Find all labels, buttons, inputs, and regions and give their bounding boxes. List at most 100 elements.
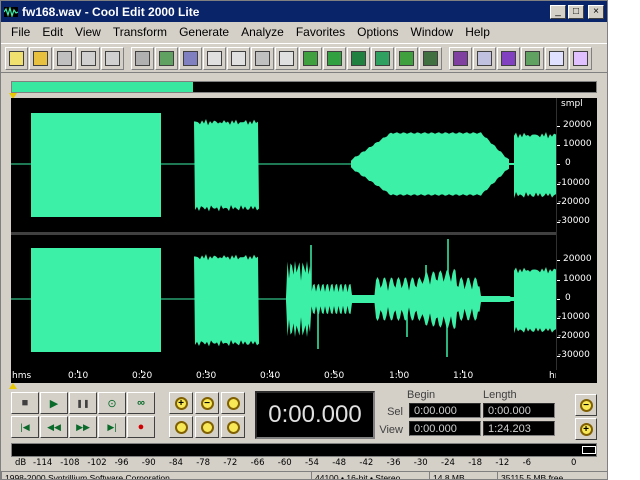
level-meter-tick-label: -90 bbox=[141, 458, 156, 468]
tone-block-1-right bbox=[31, 248, 161, 352]
preferences-button[interactable] bbox=[545, 46, 568, 70]
rewind-button[interactable]: ◀◀ bbox=[40, 416, 68, 438]
spectral-view-button[interactable] bbox=[473, 46, 496, 70]
new-file-button[interactable] bbox=[5, 46, 28, 70]
waveform-display[interactable] bbox=[11, 98, 556, 370]
view-length-field[interactable]: 1:24.203 bbox=[483, 421, 555, 436]
paste-icon bbox=[279, 50, 294, 66]
selection-begin-field[interactable]: 0:00.000 bbox=[409, 403, 481, 418]
close-button[interactable]: × bbox=[588, 4, 604, 19]
zoom-out-button[interactable]: − bbox=[195, 392, 219, 414]
maximize-icon: □ bbox=[572, 5, 580, 17]
save-as-button[interactable] bbox=[101, 46, 124, 70]
envelope-icon bbox=[399, 50, 414, 66]
loop-button[interactable]: ∞ bbox=[127, 392, 155, 414]
record-button[interactable]: ● bbox=[127, 416, 155, 438]
zoom-selection-icon bbox=[174, 420, 188, 434]
repeat-button[interactable] bbox=[155, 46, 178, 70]
paste-button[interactable] bbox=[275, 46, 298, 70]
selection-view-panel: Begin Length Sel View 0:00.000 0:00.000 … bbox=[379, 389, 561, 441]
view-begin-field[interactable]: 0:00.000 bbox=[409, 421, 481, 436]
go-to-start-button[interactable]: |◀ bbox=[11, 416, 39, 438]
menu-help[interactable]: Help bbox=[459, 25, 496, 39]
amplitude-tick-label: 20000 bbox=[563, 254, 592, 264]
zoom-out-icon: − bbox=[200, 396, 214, 410]
mix-paste-button[interactable] bbox=[179, 46, 202, 70]
zoom-right-edge-button[interactable] bbox=[221, 416, 245, 438]
time-ruler[interactable]: hms hms 0:100:200:300:400:501:001:10 bbox=[11, 370, 568, 383]
amplitude-tick bbox=[557, 164, 560, 165]
title-bar[interactable]: fw168.wav - Cool Edit 2000 Lite _ □ × bbox=[1, 1, 607, 22]
open-file-button[interactable] bbox=[29, 46, 52, 70]
maximize-button[interactable]: □ bbox=[568, 4, 584, 19]
info-button[interactable] bbox=[521, 46, 544, 70]
amplify-button[interactable] bbox=[323, 46, 346, 70]
go-to-end-button[interactable]: ▶| bbox=[98, 416, 126, 438]
stop-button[interactable]: ■ bbox=[11, 392, 39, 414]
play-button[interactable]: ▶ bbox=[40, 392, 68, 414]
amplitude-tick-label: -10000 bbox=[558, 312, 590, 322]
level-meter bbox=[11, 443, 597, 457]
app-window: fw168.wav - Cool Edit 2000 Lite _ □ × Fi… bbox=[0, 0, 608, 480]
noise-block-1-right bbox=[194, 254, 259, 347]
play-to-end-button[interactable]: ⊙ bbox=[98, 392, 126, 414]
menu-transform[interactable]: Transform bbox=[107, 25, 173, 39]
close-file-button[interactable] bbox=[53, 46, 76, 70]
pause-button[interactable]: ❚❚ bbox=[69, 392, 97, 414]
level-meter-tick-label: -18 bbox=[468, 458, 483, 468]
envelope-button[interactable] bbox=[395, 46, 418, 70]
markers-button[interactable] bbox=[497, 46, 520, 70]
copy-to-new-button[interactable] bbox=[203, 46, 226, 70]
frequency-analysis-button[interactable] bbox=[419, 46, 442, 70]
save-button[interactable] bbox=[77, 46, 100, 70]
view-label: View bbox=[379, 424, 403, 436]
vertical-zoom-in-button[interactable]: + bbox=[575, 418, 597, 440]
vertical-zoom-out-button[interactable]: − bbox=[575, 394, 597, 416]
loop-icon: ∞ bbox=[137, 397, 145, 409]
zoom-left-edge-button[interactable] bbox=[195, 416, 219, 438]
close-file-icon bbox=[57, 50, 72, 66]
overview-bar[interactable] bbox=[11, 81, 597, 93]
begin-header: Begin bbox=[407, 389, 436, 401]
level-meter-tick-label: -66 bbox=[250, 458, 265, 468]
cd-button[interactable] bbox=[569, 46, 592, 70]
fast-forward-button[interactable]: ▶▶ bbox=[69, 416, 97, 438]
repeat-icon bbox=[159, 50, 174, 66]
speech-burst-right bbox=[286, 261, 514, 337]
menu-analyze[interactable]: Analyze bbox=[235, 25, 290, 39]
playhead-marker-icon[interactable] bbox=[9, 383, 17, 389]
menu-favorites[interactable]: Favorites bbox=[290, 25, 351, 39]
waveform-view-button[interactable] bbox=[449, 46, 472, 70]
noise-reduction-button[interactable] bbox=[347, 46, 370, 70]
zoom-full-button[interactable] bbox=[221, 392, 245, 414]
length-header: Length bbox=[483, 389, 517, 401]
minimize-button[interactable]: _ bbox=[550, 4, 566, 19]
cut-button[interactable] bbox=[251, 46, 274, 70]
undo-button[interactable] bbox=[131, 46, 154, 70]
normalize-button[interactable] bbox=[371, 46, 394, 70]
trim-icon bbox=[303, 50, 318, 66]
level-meter-tick-label: -78 bbox=[196, 458, 211, 468]
amplitude-tick bbox=[557, 126, 560, 127]
amplitude-tick-label: -30000 bbox=[558, 350, 590, 360]
waveform-canvas[interactable] bbox=[11, 98, 556, 370]
menu-generate[interactable]: Generate bbox=[173, 25, 235, 39]
level-meter-tick-label: -72 bbox=[223, 458, 238, 468]
level-meter-tick-label: 0 bbox=[571, 458, 577, 468]
save-icon bbox=[81, 50, 96, 66]
level-meter-tick-label: -108 bbox=[60, 458, 80, 468]
tone-block-1-left bbox=[31, 113, 161, 217]
menu-options[interactable]: Options bbox=[351, 25, 404, 39]
trim-button[interactable] bbox=[299, 46, 322, 70]
menu-edit[interactable]: Edit bbox=[36, 25, 69, 39]
menu-file[interactable]: File bbox=[5, 25, 36, 39]
menu-view[interactable]: View bbox=[69, 25, 107, 39]
ruler-corner bbox=[556, 370, 597, 383]
menu-window[interactable]: Window bbox=[405, 25, 460, 39]
zoom-selection-button[interactable] bbox=[169, 416, 193, 438]
zoom-in-button[interactable]: + bbox=[169, 392, 193, 414]
status-format: 44100 • 16-bit • Stereo bbox=[311, 471, 429, 479]
overview-visible-range[interactable] bbox=[12, 82, 194, 92]
copy-button[interactable] bbox=[227, 46, 250, 70]
selection-length-field[interactable]: 0:00.000 bbox=[483, 403, 555, 418]
